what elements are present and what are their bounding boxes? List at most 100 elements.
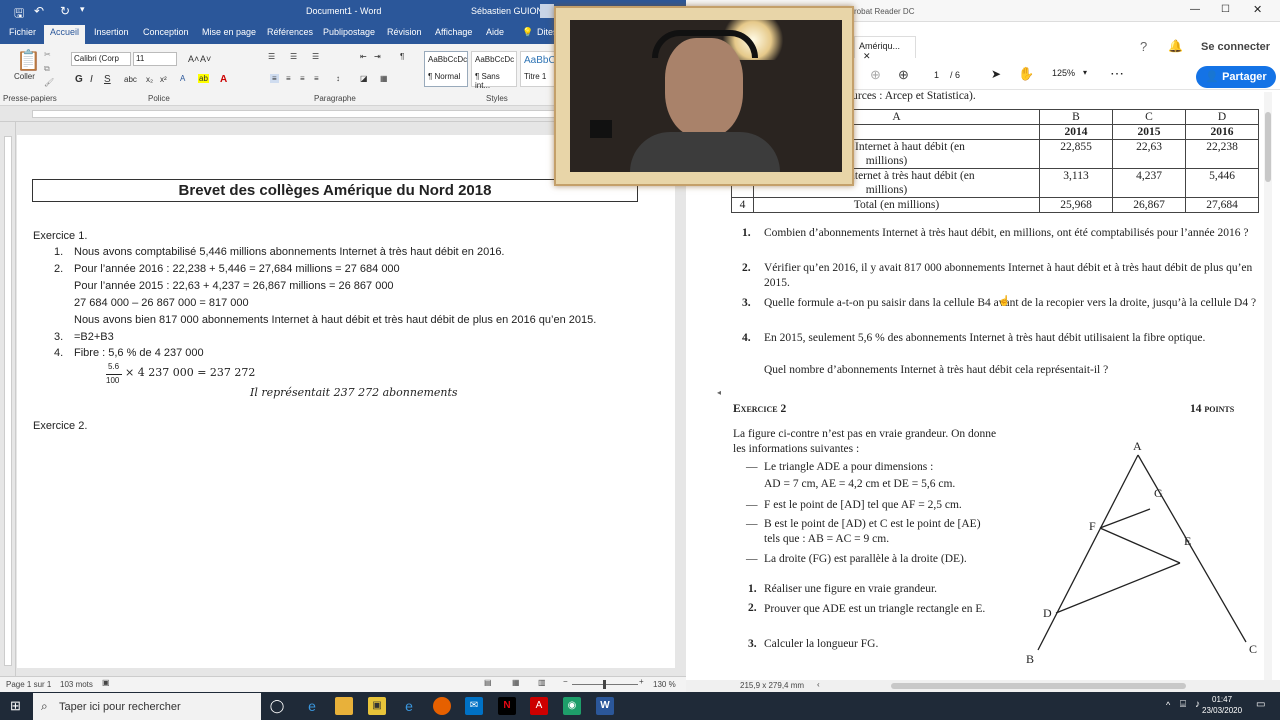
- zoom-in-icon[interactable]: +: [639, 677, 644, 686]
- italic-button[interactable]: I: [90, 74, 93, 85]
- edge-icon[interactable]: e: [303, 697, 321, 715]
- lightbulb-icon[interactable]: 💡: [522, 27, 533, 38]
- tray-chevron-icon[interactable]: ^: [1166, 700, 1170, 710]
- zoom-level[interactable]: 130 %: [653, 680, 676, 689]
- mail-icon[interactable]: ✉: [465, 697, 483, 715]
- user-name[interactable]: Sébastien GUION: [471, 6, 543, 16]
- customize-quick-access-icon[interactable]: ▾: [80, 4, 85, 15]
- vertical-scrollbar[interactable]: [1264, 92, 1272, 682]
- vertical-ruler[interactable]: [0, 122, 16, 676]
- style-titre-1[interactable]: AaBbC Titre 1: [520, 51, 556, 87]
- grow-font-icon[interactable]: A˄: [188, 54, 199, 64]
- underline-button[interactable]: S: [104, 74, 111, 85]
- more-tools-icon[interactable]: ⋯: [1110, 65, 1124, 82]
- web-layout-icon[interactable]: ▥: [538, 678, 546, 687]
- multilevel-list-icon[interactable]: ☰: [312, 52, 319, 61]
- sign-in-link[interactable]: Se connecter: [1201, 41, 1270, 53]
- page-count[interactable]: Page 1 sur 1: [6, 680, 51, 689]
- redo-icon[interactable]: ↻: [60, 4, 70, 18]
- proofing-icon[interactable]: ▣: [102, 678, 110, 687]
- pilcrow-icon[interactable]: ¶: [400, 52, 404, 61]
- word-icon[interactable]: W: [596, 697, 614, 715]
- previous-page-icon[interactable]: ⊕: [870, 67, 881, 83]
- line-spacing-icon[interactable]: ↕: [336, 74, 340, 83]
- file-explorer-icon[interactable]: [335, 697, 353, 715]
- select-tool-icon[interactable]: ➤: [991, 67, 1001, 81]
- style-sans-interligne[interactable]: AaBbCcDc ¶ Sans int...: [471, 51, 517, 90]
- paste-button[interactable]: Coller: [14, 72, 35, 81]
- justify-icon[interactable]: ≡: [314, 74, 319, 83]
- tab-accueil[interactable]: Accueil: [44, 25, 86, 44]
- clock-date[interactable]: 23/03/2020: [1202, 706, 1242, 715]
- netflix-icon[interactable]: N: [498, 697, 516, 715]
- zoom-level[interactable]: 125%: [1052, 68, 1076, 82]
- increase-indent-icon[interactable]: ⇥: [374, 52, 381, 61]
- numbering-icon[interactable]: ☰: [290, 52, 297, 61]
- collapse-left-panel-icon[interactable]: ◂: [717, 388, 721, 397]
- tab-fichier[interactable]: Fichier: [9, 27, 36, 37]
- clock-time[interactable]: 01:47: [1212, 695, 1232, 704]
- zoom-slider-thumb[interactable]: [603, 680, 606, 689]
- tab-revision[interactable]: Révision: [387, 27, 422, 37]
- close-tab-icon[interactable]: ✕: [863, 51, 871, 61]
- tab-mise-en-page[interactable]: Mise en page: [202, 27, 256, 37]
- tab-conception[interactable]: Conception: [143, 27, 189, 37]
- text-effects-icon[interactable]: A: [180, 74, 185, 83]
- tab-affichage[interactable]: Affichage: [435, 27, 472, 37]
- bullets-icon[interactable]: ☰: [268, 52, 275, 61]
- font-name-select[interactable]: Calibri (Corp: [71, 52, 131, 66]
- zoom-out-icon[interactable]: −: [563, 677, 568, 686]
- copy-icon[interactable]: ⧉: [44, 64, 50, 74]
- highlight-icon[interactable]: ab: [198, 74, 209, 83]
- tab-references[interactable]: Références: [267, 27, 313, 37]
- close-icon[interactable]: ✕: [1253, 3, 1262, 16]
- minimize-icon[interactable]: —: [1190, 4, 1200, 15]
- cut-icon[interactable]: ✂: [44, 50, 51, 59]
- shrink-font-icon[interactable]: A˅: [200, 54, 211, 64]
- network-icon[interactable]: ⌸: [1180, 699, 1186, 710]
- borders-icon[interactable]: ▦: [380, 74, 388, 83]
- tab-aide[interactable]: Aide: [486, 27, 504, 37]
- font-color-icon[interactable]: A: [220, 74, 227, 85]
- focus-mode-icon[interactable]: ▤: [484, 678, 492, 687]
- superscript-button[interactable]: x²: [160, 75, 167, 84]
- documents-icon[interactable]: ▣: [368, 697, 386, 715]
- clipboard-icon[interactable]: 📋: [16, 48, 41, 73]
- scroll-left-icon[interactable]: ‹: [817, 680, 820, 689]
- maximize-icon[interactable]: ☐: [1221, 4, 1230, 15]
- document-tab[interactable]: Amériqu... ✕: [854, 36, 916, 61]
- font-size-select[interactable]: 11: [133, 52, 177, 66]
- undo-icon[interactable]: ↶: [34, 4, 44, 18]
- print-layout-icon[interactable]: ▦: [512, 678, 520, 687]
- strikethrough-button[interactable]: abc: [124, 75, 137, 84]
- internet-explorer-icon[interactable]: e: [400, 697, 418, 715]
- save-icon[interactable]: 🖫: [14, 4, 24, 25]
- style-normal[interactable]: AaBbCcDc ¶ Normal: [424, 51, 468, 87]
- page-number-input[interactable]: 1: [934, 70, 939, 80]
- firefox-icon[interactable]: [433, 697, 451, 715]
- next-page-icon[interactable]: ⊕: [898, 67, 909, 83]
- tab-publipostage[interactable]: Publipostage: [323, 27, 375, 37]
- align-left-icon[interactable]: ≡: [270, 74, 279, 83]
- zoom-dropdown-icon[interactable]: ▾: [1083, 68, 1087, 77]
- word-count[interactable]: 103 mots: [60, 680, 93, 689]
- volume-icon[interactable]: ♪: [1195, 699, 1200, 710]
- scrollbar-thumb[interactable]: [1265, 112, 1271, 182]
- bell-icon[interactable]: 🔔: [1168, 39, 1183, 53]
- search-box[interactable]: ⌕ Taper ici pour rechercher: [33, 693, 261, 720]
- camtasia-icon[interactable]: ◉: [563, 697, 581, 715]
- document-page[interactable]: Brevet des collèges Amérique du Nord 201…: [17, 135, 675, 668]
- notification-icon[interactable]: ▭: [1256, 699, 1265, 710]
- share-button[interactable]: 👤 Partager: [1196, 66, 1276, 88]
- decrease-indent-icon[interactable]: ⇤: [360, 52, 367, 61]
- format-painter-icon[interactable]: 🖌: [44, 78, 54, 87]
- shading-icon[interactable]: ◪: [360, 74, 368, 83]
- avatar[interactable]: [540, 4, 554, 18]
- hand-tool-icon[interactable]: ✋: [1018, 66, 1034, 82]
- help-icon[interactable]: ?: [1140, 39, 1147, 54]
- bold-button[interactable]: G: [75, 74, 83, 85]
- windows-start-icon[interactable]: ⊞: [10, 698, 21, 714]
- task-view-icon[interactable]: ◯: [268, 697, 286, 715]
- align-right-icon[interactable]: ≡: [300, 74, 305, 83]
- align-center-icon[interactable]: ≡: [286, 74, 291, 83]
